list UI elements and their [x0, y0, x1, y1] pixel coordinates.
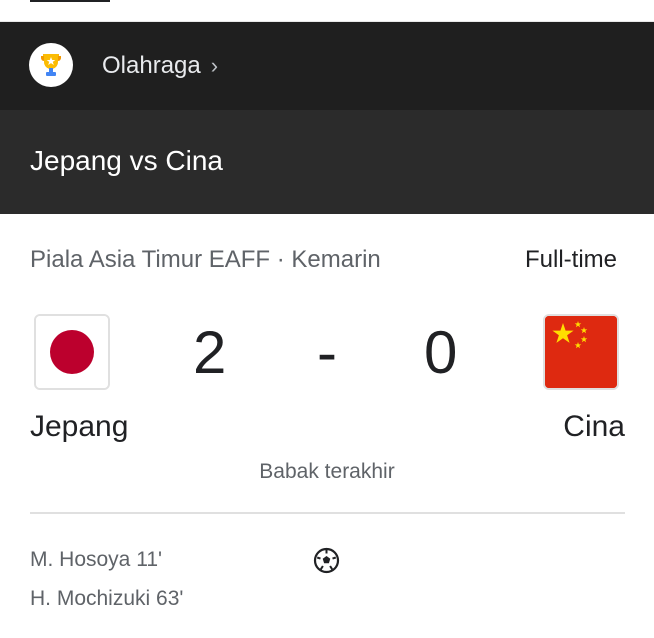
divider [30, 512, 625, 514]
away-score: 0 [424, 319, 458, 386]
period-label: Babak terakhir [259, 460, 395, 483]
title-row: Jepang vs Cina [0, 110, 654, 214]
category-row: Olahraga › [0, 22, 654, 110]
breadcrumb-sports[interactable]: Olahraga › [102, 52, 218, 80]
home-team-name[interactable]: Jepang [30, 410, 128, 444]
soccer-ball-icon [313, 547, 340, 574]
away-team-name[interactable]: Cina [563, 410, 625, 444]
china-flag-icon[interactable] [543, 314, 619, 390]
home-score: 2 [193, 319, 227, 386]
chevron-right-icon: › [210, 53, 219, 78]
trophy-icon[interactable] [29, 43, 73, 87]
match-header: Olahraga › Jepang vs Cina [0, 22, 654, 214]
scorer-item: H. Mochizuki 63' [30, 587, 184, 610]
japan-flag-icon[interactable] [34, 314, 110, 390]
home-scorers-list: M. Hosoya 11' H. Mochizuki 63' [30, 546, 183, 624]
match-title: Jepang vs Cina [30, 145, 224, 176]
competition-meta[interactable]: Piala Asia Timur EAFF · Kemarin [30, 246, 381, 274]
match-status: Full-time [524, 246, 617, 273]
active-tab-indicator [30, 0, 110, 2]
breadcrumb-label: Olahraga [102, 52, 201, 79]
scorer-item: M. Hosoya 11' [30, 548, 163, 571]
top-strip [0, 0, 654, 22]
score-separator: - [317, 319, 337, 386]
